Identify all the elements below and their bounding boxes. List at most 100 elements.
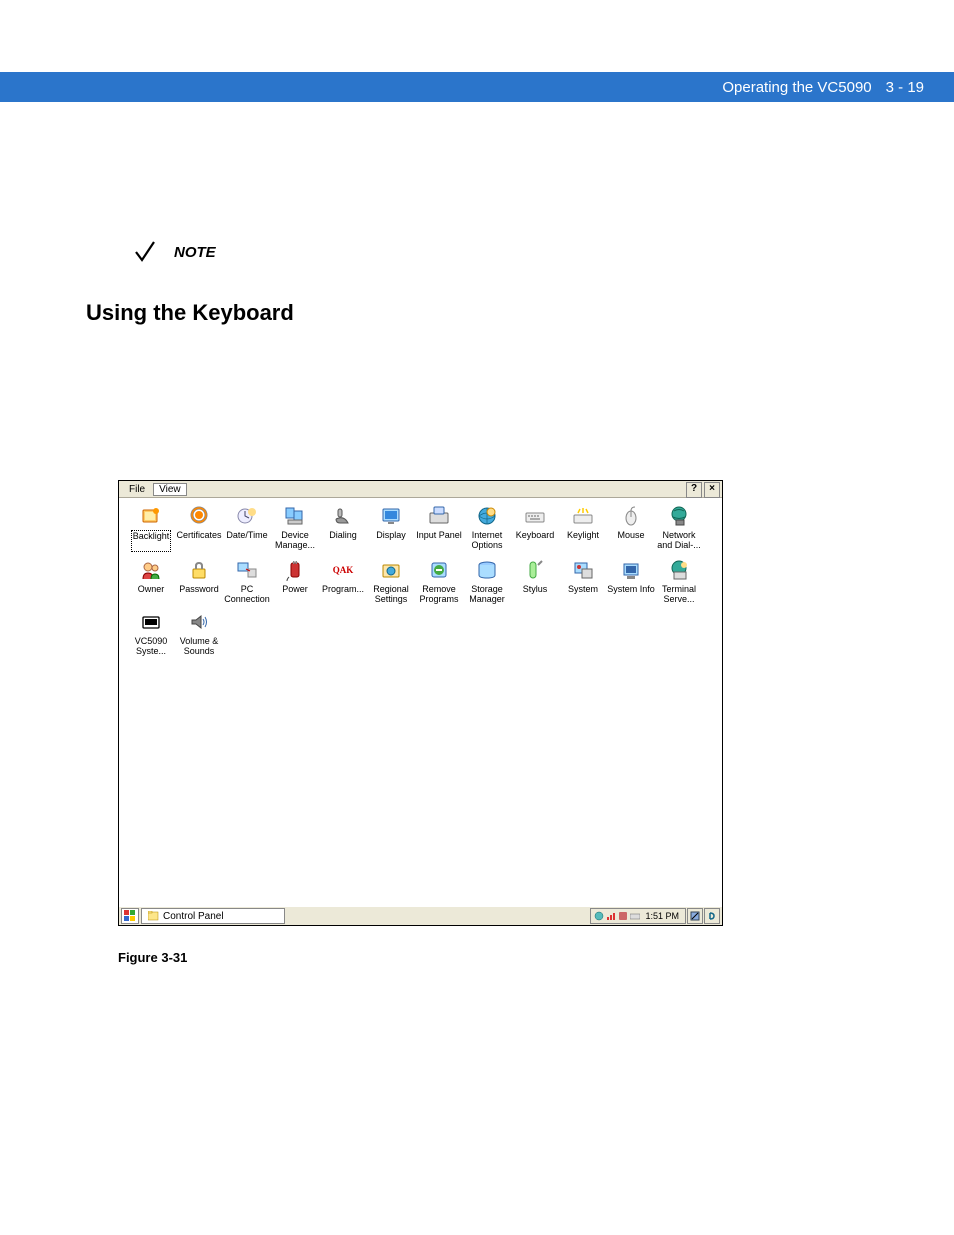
taskbar-task-label: Control Panel [163, 911, 224, 922]
cpl-label: Storage Manager [463, 584, 511, 604]
cpl-label: Date/Time [226, 530, 267, 550]
cpl-label: Dialing [329, 530, 357, 550]
terminal-icon [667, 558, 691, 582]
sysinfo-icon [619, 558, 643, 582]
cpl-icon-mouse[interactable]: Mouse [607, 504, 655, 552]
cpl-label: Program... [322, 584, 364, 604]
pcconn-icon [235, 558, 259, 582]
taskbar-task-control-panel[interactable]: Control Panel [141, 908, 285, 924]
cpl-label: Keyboard [516, 530, 555, 550]
cpl-icon-inet[interactable]: Internet Options [463, 504, 511, 552]
cpl-icon-pcconn[interactable]: PC Connection [223, 558, 271, 604]
power-icon [283, 558, 307, 582]
mouse-icon [619, 504, 643, 528]
inet-icon [475, 504, 499, 528]
taskbar-extra-buttons [686, 908, 720, 924]
tray-keyboard-icon [630, 911, 640, 921]
cpl-icon-regional[interactable]: Regional Settings [367, 558, 415, 604]
cpl-label: Backlight [131, 530, 172, 552]
cpl-label: VC5090 Syste... [127, 636, 175, 656]
remove-icon [427, 558, 451, 582]
help-button[interactable]: ? [686, 482, 702, 498]
cpl-label: Power [282, 584, 308, 604]
cpl-label: Network and Dial-... [655, 530, 703, 550]
cpl-label: Input Panel [416, 530, 462, 550]
cpl-icon-volume[interactable]: Volume & Sounds [175, 610, 223, 656]
vc5090-icon [139, 610, 163, 634]
cpl-icon-dialing[interactable]: Dialing [319, 504, 367, 552]
menu-view[interactable]: View [153, 483, 187, 496]
taskbar: Control Panel 1:51 PM [119, 906, 722, 925]
input-icon [427, 504, 451, 528]
header-title: Operating the VC5090 [722, 79, 871, 96]
cpl-icon-input[interactable]: Input Panel [415, 504, 463, 552]
figure-caption: Figure 3-31 [118, 950, 187, 965]
cpl-label: Mouse [617, 530, 644, 550]
cpl-icon-keylight[interactable]: Keylight [559, 504, 607, 552]
cpl-label: System [568, 584, 598, 604]
cpl-icon-password[interactable]: Password [175, 558, 223, 604]
cpl-icon-power[interactable]: Power [271, 558, 319, 604]
menu-file[interactable]: File [123, 484, 151, 495]
cpl-label: Keylight [567, 530, 599, 550]
show-desktop-button[interactable] [687, 908, 703, 924]
stylus-icon [523, 558, 547, 582]
cpl-icon-sysinfo[interactable]: System Info [607, 558, 655, 604]
page-header: Operating the VC5090 3 - 19 [0, 72, 954, 102]
cpl-icon-system[interactable]: System [559, 558, 607, 604]
cpl-icon-owner[interactable]: Owner [127, 558, 175, 604]
cpl-icon-display[interactable]: Display [367, 504, 415, 552]
system-tray[interactable]: 1:51 PM [590, 908, 686, 924]
cpl-label: Remove Programs [415, 584, 463, 604]
cpl-label: PC Connection [223, 584, 271, 604]
cpl-icon-remove[interactable]: Remove Programs [415, 558, 463, 604]
cpl-icon-stylus[interactable]: Stylus [511, 558, 559, 604]
datetime-icon [235, 504, 259, 528]
cert-icon [187, 504, 211, 528]
cpl-icon-program[interactable]: QAKProgram... [319, 558, 367, 604]
tray-signal-icon [606, 911, 616, 921]
cpl-icon-datetime[interactable]: Date/Time [223, 504, 271, 552]
sip-button[interactable] [704, 908, 720, 924]
section-heading: Using the Keyboard [86, 300, 294, 326]
cpl-icon-backlight[interactable]: Backlight [127, 504, 175, 552]
regional-icon [379, 558, 403, 582]
cpl-label: Password [179, 584, 219, 604]
cpl-label: Terminal Serve... [655, 584, 703, 604]
cpl-icon-device[interactable]: Device Manage... [271, 504, 319, 552]
display-icon [379, 504, 403, 528]
dialing-icon [331, 504, 355, 528]
tray-app-icon [618, 911, 628, 921]
cpl-icon-vc5090[interactable]: VC5090 Syste... [127, 610, 175, 656]
network-icon [667, 504, 691, 528]
cpl-label: Device Manage... [271, 530, 319, 550]
backlight-icon [139, 504, 163, 528]
storage-icon [475, 558, 499, 582]
menu-bar: File View ? × [119, 481, 722, 498]
password-icon [187, 558, 211, 582]
cpl-icon-cert[interactable]: Certificates [175, 504, 223, 552]
icon-area: BacklightCertificatesDate/TimeDevice Man… [119, 498, 722, 906]
checkmark-icon [132, 240, 156, 264]
tray-network-icon [594, 911, 604, 921]
cpl-icon-network[interactable]: Network and Dial-... [655, 504, 703, 552]
keylight-icon [571, 504, 595, 528]
cpl-label: Stylus [523, 584, 548, 604]
system-icon [571, 558, 595, 582]
start-button[interactable] [121, 908, 139, 924]
close-button[interactable]: × [704, 482, 720, 498]
control-panel-window: File View ? × BacklightCertificatesDate/… [118, 480, 723, 926]
cpl-label: Display [376, 530, 406, 550]
program-icon: QAK [331, 558, 355, 582]
cpl-label: System Info [607, 584, 655, 604]
cpl-icon-storage[interactable]: Storage Manager [463, 558, 511, 604]
volume-icon [187, 610, 211, 634]
owner-icon [139, 558, 163, 582]
header-page-number: 3 - 19 [886, 79, 924, 96]
note-block: NOTE [132, 240, 216, 264]
cpl-icon-terminal[interactable]: Terminal Serve... [655, 558, 703, 604]
cpl-label: Internet Options [463, 530, 511, 550]
cpl-label: Volume & Sounds [175, 636, 223, 656]
note-label: NOTE [174, 244, 216, 261]
cpl-icon-keyboard[interactable]: Keyboard [511, 504, 559, 552]
